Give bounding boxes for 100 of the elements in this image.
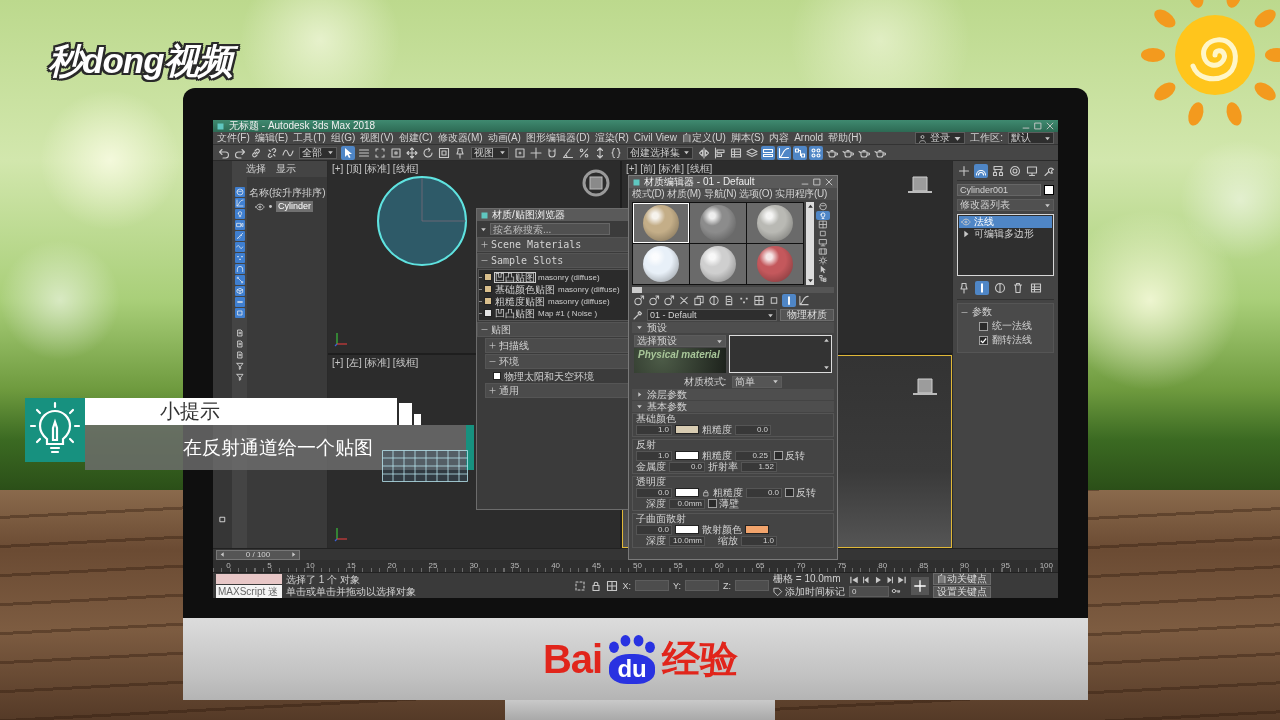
curve-icon[interactable] [797,294,811,307]
time-slider-thumb[interactable]: 0 / 100 [216,549,300,560]
caret-down-icon[interactable] [480,225,487,233]
pin-icon[interactable] [453,145,467,160]
scrollbar[interactable] [806,202,814,285]
move-icon[interactable] [405,145,419,160]
dots-icon[interactable] [234,253,245,263]
menu-item[interactable]: 编辑(E) [254,132,289,144]
sample-slot[interactable] [747,203,803,243]
braces-icon[interactable] [609,145,623,160]
menu-item[interactable]: 材质(M) [667,188,701,200]
menu-item[interactable]: 实用程序(U) [775,188,828,200]
preset-list-box[interactable] [729,335,832,373]
rollout-header[interactable]: 参数 [961,306,1050,318]
spinner-field[interactable]: 10.0mm [669,535,705,546]
menu-item[interactable]: 动画(A) [487,132,521,144]
circle-shape[interactable] [376,175,468,267]
caret-down-icon[interactable] [806,277,814,284]
pin-icon[interactable] [957,281,971,295]
menu-item[interactable]: 视图(V) [360,132,394,144]
material-type-button[interactable]: 物理材质 [780,309,834,321]
cursor-icon[interactable] [341,145,355,160]
film-icon[interactable] [816,247,830,256]
copy-icon[interactable] [692,294,706,307]
checkbox[interactable] [708,499,717,508]
sample-slot[interactable] [747,244,803,284]
arch-icon[interactable] [234,264,245,274]
bulb-icon[interactable] [234,209,245,219]
rollout-header[interactable]: 涂层参数 [632,389,834,400]
scrollbar[interactable] [632,287,834,293]
time-tag-button[interactable]: 添加时间标记 [773,586,845,598]
spinner-field[interactable]: 0.0 [669,461,705,472]
preset-dropdown[interactable]: 选择预设 [634,335,726,347]
frame-field[interactable]: 0 [849,585,889,597]
lock-icon[interactable] [702,487,710,498]
align-icon[interactable] [713,145,727,160]
camera-icon[interactable] [234,220,245,230]
account-dropdown[interactable]: 登录 [915,132,966,144]
close-icon[interactable] [1045,121,1055,131]
ruler-icon[interactable] [234,231,245,241]
rollout-header[interactable]: 预设 [632,322,834,333]
percent-icon[interactable] [577,145,591,160]
monitor-icon[interactable] [816,238,830,247]
map-name[interactable]: 物理太阳和天空环境 [503,370,595,382]
four-circles-icon[interactable] [809,145,823,160]
checkbox-label[interactable]: 统一法线 [992,320,1032,332]
group-header[interactable]: Scene Materials [477,237,628,252]
rollout-header[interactable]: 基本参数 [632,401,834,412]
menu-item[interactable]: 选择 [246,163,266,175]
spinner-field[interactable]: 0.0 [636,487,672,498]
nodes-icon[interactable] [793,145,807,160]
page-icon[interactable] [234,350,245,360]
curve-icon[interactable] [777,145,791,160]
circle-arrow-icon[interactable] [647,294,661,307]
stack-item[interactable]: 可编辑多边形 [959,228,1052,240]
coordinate-dropdown[interactable]: 视图 [471,146,509,159]
spinner-field[interactable]: 0.0 [636,524,672,535]
workspace-dropdown[interactable]: 默认 [1008,132,1054,144]
close-icon[interactable] [824,177,834,187]
plus-icon[interactable] [911,576,929,595]
checkbox[interactable] [785,488,794,497]
wave-icon[interactable] [234,242,245,252]
viewport-label[interactable]: [+] [左] [标准] [线框] [332,357,419,369]
mirror-icon[interactable] [697,145,711,160]
search-field[interactable]: 按名称搜索... [490,223,610,235]
object-name[interactable]: Cylinder [276,201,313,212]
page-icon[interactable] [234,328,245,338]
subgroup-header[interactable]: 扫描线 [485,338,628,353]
maximize-icon[interactable] [1033,121,1043,131]
gear-icon[interactable] [816,256,830,265]
coordinate-field[interactable] [635,580,669,591]
checkbox[interactable] [979,321,988,331]
corner-brackets-icon[interactable] [373,145,387,160]
color-swatch[interactable] [745,525,769,534]
color-swatch[interactable] [675,488,699,497]
caret-up-icon[interactable] [823,337,830,344]
sphere-icon[interactable] [234,187,245,197]
caret-up-icon[interactable] [806,203,814,210]
subgroup-header[interactable]: 环境 [485,354,628,369]
coordinate-field[interactable] [735,580,769,591]
menu-item[interactable]: 图形编辑器(D) [525,132,590,144]
menu-item[interactable]: 模式(D) [632,188,665,200]
coordinate-field[interactable] [685,580,719,591]
object-name-field[interactable]: Cylinder001 [957,184,1041,196]
square-icon[interactable] [234,308,245,318]
rainbow-icon[interactable] [974,164,988,178]
maximize-icon[interactable] [812,177,822,187]
circle-arrow-icon[interactable] [632,294,646,307]
caret-down-icon[interactable] [823,364,830,371]
grid-icon[interactable] [606,579,619,592]
menu-item[interactable]: 渲染(R) [594,132,629,144]
play-icon[interactable] [873,574,883,585]
vertical-bar-icon[interactable] [782,294,796,307]
checkbox-label[interactable]: 翻转法线 [992,334,1032,346]
maxscript-field[interactable]: MAXScript 迷 [216,584,282,598]
box-icon[interactable] [234,286,245,296]
subgroup-header[interactable]: 通用 [485,383,628,398]
monitor-icon[interactable] [1025,164,1039,178]
color-swatch[interactable] [675,425,699,434]
menu-item[interactable]: 显示 [276,163,296,175]
